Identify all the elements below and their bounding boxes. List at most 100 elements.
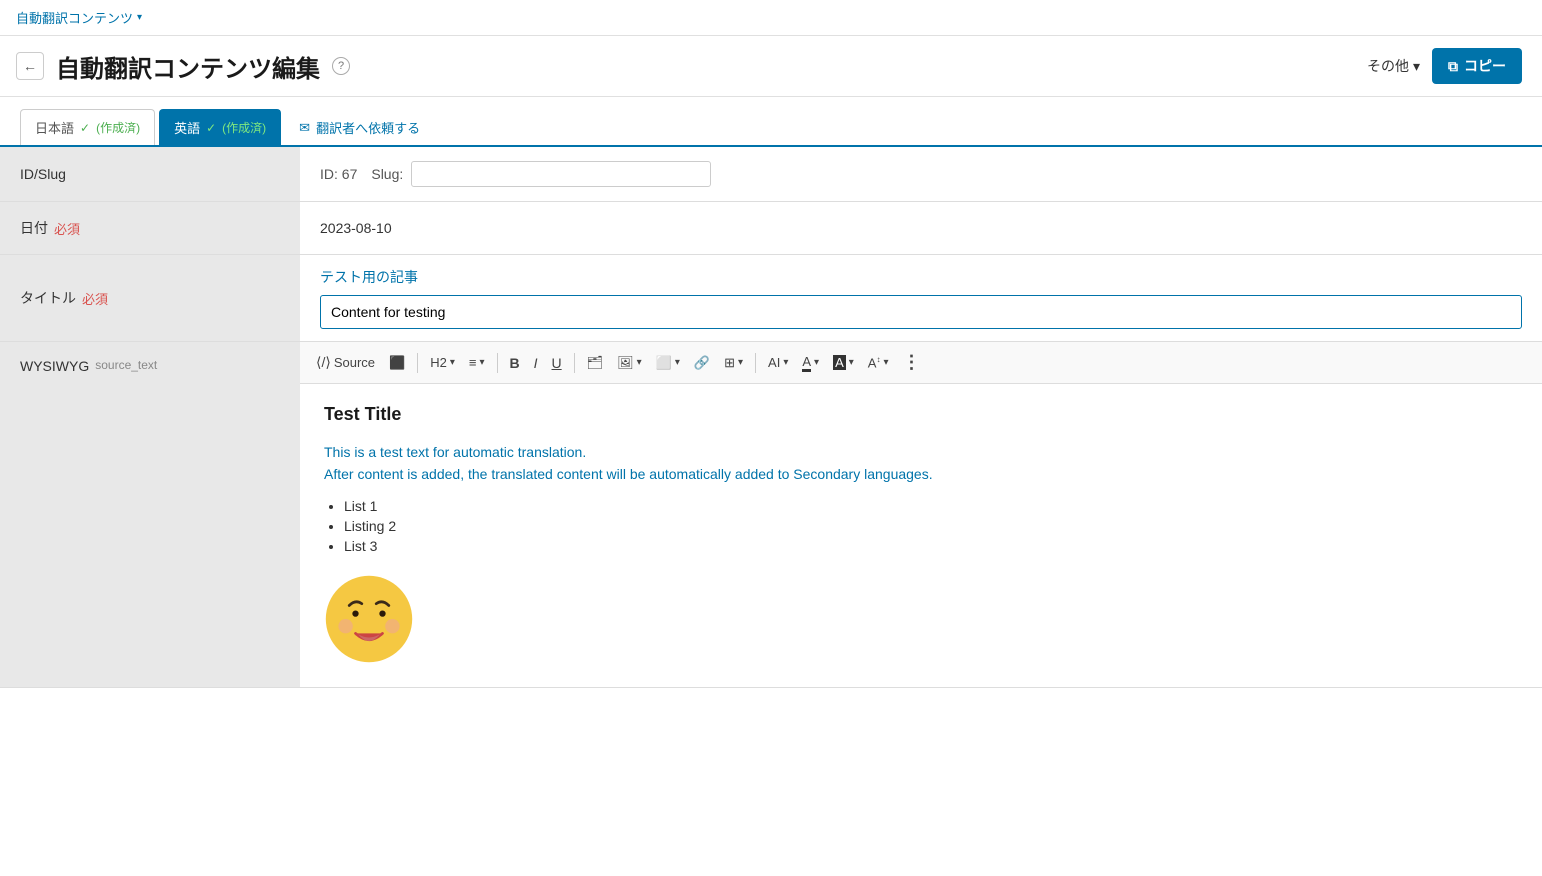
id-slug-label: ID/Slug <box>0 147 300 201</box>
font-size-chevron-icon: ▾ <box>883 357 888 368</box>
other-label: その他 <box>1367 56 1409 76</box>
list-item-1: List 1 <box>344 498 1518 514</box>
id-slug-value: ID: 67 Slug: <box>300 147 1542 201</box>
top-nav: 自動翻訳コンテンツ ▾ <box>0 0 1542 36</box>
copy-label: コピー <box>1464 56 1506 76</box>
tabs-bar: 日本語 ✓ (作成済) 英語 ✓ (作成済) ✉ 翻訳者へ依頼する <box>0 97 1542 147</box>
list-item-3: List 3 <box>344 538 1518 554</box>
tab-english-label: 英語 <box>174 118 200 137</box>
font-size-icon: A↕ <box>868 355 881 370</box>
editor-line1: This is a test text for automatic transl… <box>324 441 1518 486</box>
image-icon: 🖼 <box>617 355 634 371</box>
underline-label: U <box>552 355 562 371</box>
date-value: 2023-08-10 <box>300 202 1542 254</box>
table-select[interactable]: ⊞ ▾ <box>718 351 749 375</box>
editor-list: List 1 Listing 2 List 3 <box>344 498 1518 554</box>
image-select[interactable]: 🖼 ▾ <box>611 351 648 375</box>
align-chevron-icon: ▾ <box>479 357 484 368</box>
top-nav-title[interactable]: 自動翻訳コンテンツ ▾ <box>16 8 142 27</box>
tab-english-status: (作成済) <box>222 119 266 136</box>
copy-icon: ⧉ <box>1448 58 1458 75</box>
title-required-badge: 必須 <box>82 289 108 308</box>
link-icon: 🔗 <box>694 355 710 371</box>
wysiwyg-editor: ⟨/⟩ Source ⬛ H2 ▾ ≡ ▾ B <box>300 342 1542 687</box>
ai-chevron-icon: ▾ <box>783 357 788 368</box>
title-value: テスト用の記事 <box>300 255 1542 341</box>
heading-label: H2 <box>430 355 447 370</box>
title-input[interactable] <box>320 295 1522 329</box>
header-right: その他 ▾ ⧉ コピー <box>1367 48 1522 84</box>
top-nav-title-text: 自動翻訳コンテンツ <box>16 8 133 27</box>
italic-label: I <box>534 355 538 371</box>
list-item-2: Listing 2 <box>344 518 1518 534</box>
heading-select[interactable]: H2 ▾ <box>424 351 461 374</box>
tab-english[interactable]: 英語 ✓ (作成済) <box>159 109 281 145</box>
request-tab-icon: ✉ <box>299 120 310 136</box>
font-color-select[interactable]: A ▾ <box>796 350 825 376</box>
editor-content-area[interactable]: Test Title This is a test text for autom… <box>300 384 1542 687</box>
date-label: 日付 必須 <box>0 202 300 254</box>
media-chevron-icon: ▾ <box>675 357 680 368</box>
tab-japanese[interactable]: 日本語 ✓ (作成済) <box>20 109 155 145</box>
bg-color-select[interactable]: A ▾ <box>827 351 860 374</box>
request-tab-label: 翻訳者へ依頼する <box>316 118 420 137</box>
main-content: ID/Slug ID: 67 Slug: 日付 必須 2023-08-10 タイ… <box>0 147 1542 688</box>
underline-button[interactable]: U <box>546 351 568 375</box>
more-button[interactable]: ⋮ <box>896 348 926 377</box>
copy-button[interactable]: ⧉ コピー <box>1432 48 1522 84</box>
page-title: 自動翻訳コンテンツ編集 <box>56 49 320 84</box>
slug-input[interactable] <box>411 161 711 187</box>
source-button[interactable]: ⟨/⟩ Source <box>310 350 381 375</box>
bg-color-icon: A <box>833 355 846 370</box>
table-icon: ⊞ <box>724 355 735 371</box>
image-chevron-icon: ▾ <box>637 357 642 368</box>
more-icon: ⋮ <box>902 352 920 373</box>
folder-button[interactable]: 🗂 <box>581 351 610 375</box>
tab-japanese-check-icon: ✓ <box>80 121 90 135</box>
wysiwyg-label: WYSIWYG source_text <box>0 342 300 687</box>
align-icon: ≡ <box>469 355 477 370</box>
wysiwyg-row: WYSIWYG source_text ⟨/⟩ Source ⬛ H2 ▾ <box>0 342 1542 688</box>
toolbar-divider-4 <box>755 353 756 373</box>
back-arrow-icon: ← <box>23 58 37 74</box>
back-button[interactable]: ← <box>16 52 44 80</box>
align-select[interactable]: ≡ ▾ <box>463 351 491 374</box>
date-required-badge: 必須 <box>54 219 80 238</box>
toolbar-divider-1 <box>417 353 418 373</box>
ai-select[interactable]: AI ▾ <box>762 351 794 374</box>
italic-button[interactable]: I <box>528 351 544 375</box>
source-label: Source <box>334 355 375 370</box>
other-button[interactable]: その他 ▾ <box>1367 56 1420 76</box>
media-select[interactable]: ⬜ ▾ <box>650 351 686 375</box>
bold-button[interactable]: B <box>504 351 526 375</box>
ai-label: AI <box>768 355 780 370</box>
title-label: タイトル 必須 <box>0 255 300 341</box>
font-color-chevron-icon: ▾ <box>814 357 819 368</box>
source-title-text: テスト用の記事 <box>320 267 1522 287</box>
link-button[interactable]: 🔗 <box>688 351 716 375</box>
tab-japanese-label: 日本語 <box>35 118 74 137</box>
help-icon[interactable]: ? <box>332 57 350 75</box>
id-slug-row: ID/Slug ID: 67 Slug: <box>0 147 1542 202</box>
toolbar-divider-2 <box>497 353 498 373</box>
toolbar-divider-3 <box>574 353 575 373</box>
face-image-area <box>324 574 1518 667</box>
slug-prefix: ID: 67 Slug: <box>320 164 403 184</box>
page-header: ← 自動翻訳コンテンツ編集 ? その他 ▾ ⧉ コピー <box>0 36 1542 97</box>
face-emoji-svg <box>324 574 414 664</box>
header-left: ← 自動翻訳コンテンツ編集 ? <box>16 49 350 84</box>
bg-color-chevron-icon: ▾ <box>849 357 854 368</box>
date-row: 日付 必須 2023-08-10 <box>0 202 1542 255</box>
source-icon: ⟨/⟩ <box>316 354 331 371</box>
request-translator-button[interactable]: ✉ 翻訳者へ依頼する <box>285 110 434 145</box>
date-text: 2023-08-10 <box>320 220 392 236</box>
editor-heading: Test Title <box>324 404 1518 425</box>
tab-japanese-status: (作成済) <box>96 119 140 136</box>
screen-icon: ⬛ <box>389 355 405 371</box>
other-chevron-icon: ▾ <box>1413 58 1420 75</box>
wysiwyg-label-text: WYSIWYG <box>20 358 89 374</box>
screen-button[interactable]: ⬛ <box>383 351 411 375</box>
media-icon: ⬜ <box>656 355 672 371</box>
font-size-select[interactable]: A↕ ▾ <box>862 351 895 374</box>
bold-label: B <box>510 355 520 371</box>
